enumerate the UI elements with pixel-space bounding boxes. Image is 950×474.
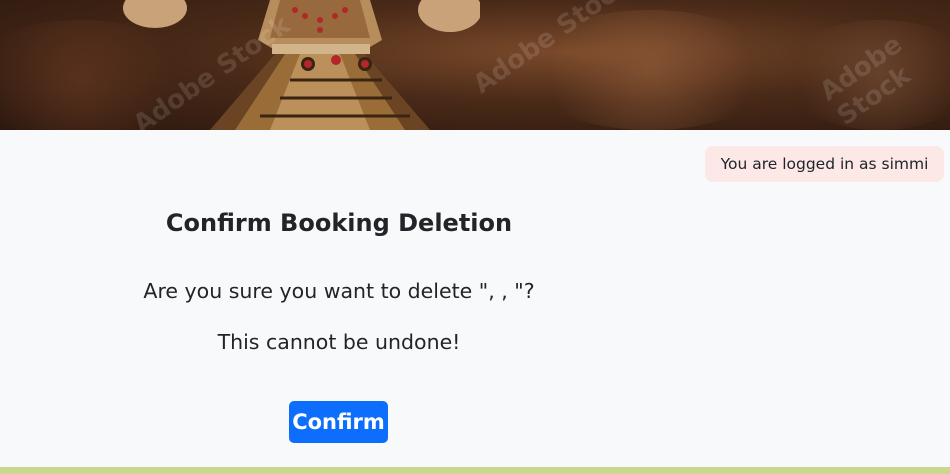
confirm-button[interactable]: Confirm: [289, 401, 388, 443]
page-title: Confirm Booking Deletion: [165, 209, 513, 237]
delete-question-text: Are you sure you want to delete ", , "?: [143, 279, 535, 303]
footer-bar: [0, 467, 950, 474]
figurine-arm-left: [123, 0, 187, 28]
login-status-badge: You are logged in as simmi: [705, 146, 944, 182]
figurine-arm-right: [418, 0, 480, 32]
undo-warning-text: This cannot be undone!: [217, 330, 461, 354]
hero-banner-image: Adobe Stock Adobe Stock Adobe Stock: [0, 0, 950, 130]
